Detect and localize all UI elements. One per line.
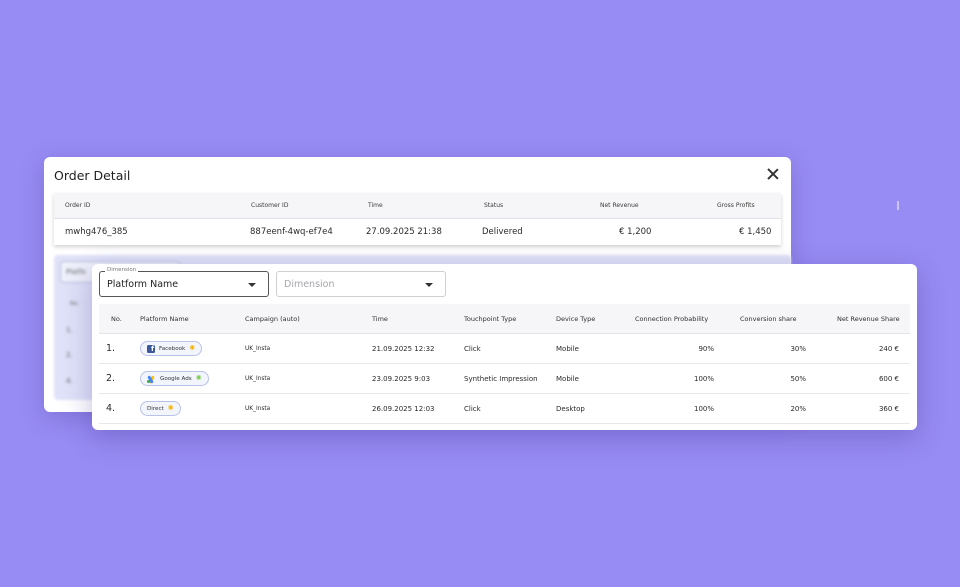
touchpoint-type: Click — [464, 405, 481, 413]
campaign: UK_Insta — [245, 346, 271, 352]
row-number: 1. — [106, 343, 116, 354]
sparkle-icon: ✺ — [189, 344, 196, 352]
platform-chip[interactable]: Direct ✺ — [140, 401, 181, 416]
blurred-row-no: 2. — [66, 351, 73, 359]
platform-name: Facebook — [159, 345, 186, 352]
revenue-share: 240 € — [878, 345, 899, 353]
col-conversion-share: Conversion share — [740, 315, 797, 323]
col-customer-id: Customer ID — [251, 202, 289, 209]
platform-chip[interactable]: Google Ads ✺ — [140, 371, 209, 386]
col-campaign: Campaign (auto) — [245, 315, 300, 323]
chevron-down-icon — [425, 283, 433, 287]
conversion-share: 30% — [790, 345, 806, 353]
col-time: Time — [368, 202, 383, 209]
campaign: UK_Insta — [245, 406, 271, 412]
col-net-revenue: Net Revenue — [600, 202, 639, 209]
col-time: Time — [372, 315, 388, 323]
select-placeholder: Dimension — [284, 279, 335, 290]
platform-name: Direct — [147, 405, 164, 412]
order-table-header: Order ID Customer ID Time Status Net Rev… — [54, 193, 781, 219]
col-touchpoint-type: Touchpoint Type — [464, 315, 517, 323]
order-id: mwhg476_385 — [65, 227, 128, 237]
device-type: Mobile — [556, 375, 579, 383]
col-device-type: Device Type — [556, 315, 596, 323]
conversion-share: 20% — [790, 405, 806, 413]
blurred-row-no: 4. — [66, 377, 73, 385]
table-row[interactable]: 1. f Facebook ✺ UK_Insta 21.09.2025 12:3… — [99, 334, 910, 364]
touchpoint-type: Click — [464, 345, 481, 353]
blurred-filter-label: Platfo — [66, 268, 86, 276]
row-number: 4. — [106, 403, 116, 414]
col-gross-profits: Gross Profits — [717, 202, 755, 209]
col-order-id: Order ID — [65, 202, 91, 209]
dimension-select-secondary[interactable]: Dimension — [276, 271, 446, 297]
google-ads-icon — [147, 374, 156, 384]
touchpoint-time: 21.09.2025 12:32 — [372, 345, 435, 353]
touchpoint-time: 23.09.2025 9:03 — [372, 375, 431, 383]
connection-probability: 100% — [693, 405, 714, 413]
table-row[interactable]: 2. Google Ads ✺ UK_Insta 23.09.2025 9:03… — [99, 364, 910, 394]
col-no: No. — [111, 315, 122, 323]
close-icon[interactable] — [765, 166, 781, 182]
customer-id: 887eenf-4wq-ef7e4 — [250, 227, 333, 237]
touchpoint-type: Synthetic Impression — [464, 375, 538, 383]
blurred-row-no: 1. — [66, 326, 73, 334]
revenue-share: 360 € — [878, 405, 899, 413]
platform-name: Google Ads — [160, 375, 192, 382]
col-platform-name: Platform Name — [140, 315, 189, 323]
order-time: 27.09.2025 21:38 — [366, 227, 442, 237]
table-row[interactable]: 4. Direct ✺ UK_Insta 26.09.2025 12:03 Cl… — [99, 394, 910, 424]
dimension-select-primary[interactable]: Dimension Platform Name — [99, 267, 269, 297]
blurred-header-no: No. — [70, 301, 80, 307]
campaign: UK_Insta — [245, 376, 271, 382]
row-number: 2. — [106, 373, 116, 384]
platform-chip[interactable]: f Facebook ✺ — [140, 341, 203, 356]
device-type: Mobile — [556, 345, 579, 353]
facebook-icon: f — [147, 344, 155, 353]
sparkle-icon: ✺ — [195, 374, 202, 382]
attribution-table-header: No. Platform Name Campaign (auto) Time T… — [99, 304, 910, 334]
touchpoint-time: 26.09.2025 12:03 — [372, 405, 435, 413]
conversion-share: 50% — [790, 375, 806, 383]
col-net-revenue-share: Net Revenue Share — [837, 315, 900, 323]
device-type: Desktop — [556, 405, 585, 413]
select-legend: Dimension — [105, 267, 139, 273]
connection-probability: 90% — [698, 345, 714, 353]
table-row[interactable]: mwhg476_385 887eenf-4wq-ef7e4 27.09.2025… — [54, 219, 781, 245]
connection-probability: 100% — [693, 375, 714, 383]
col-connection-probability: Connection Probability — [635, 315, 709, 323]
order-table: Order ID Customer ID Time Status Net Rev… — [54, 193, 781, 245]
select-value: Platform Name — [107, 279, 179, 290]
order-gross-profits: € 1,450 — [739, 227, 772, 237]
attribution-panel: Dimension Platform Name Dimension No. Pl… — [92, 264, 917, 430]
sparkle-icon: ✺ — [167, 404, 174, 412]
chevron-down-icon — [248, 283, 256, 287]
col-status: Status — [484, 202, 504, 209]
order-status: Delivered — [482, 227, 523, 237]
revenue-share: 600 € — [878, 375, 899, 383]
order-net-revenue: € 1,200 — [619, 227, 652, 237]
divider-mark — [897, 201, 899, 210]
modal-title: Order Detail — [54, 168, 131, 183]
